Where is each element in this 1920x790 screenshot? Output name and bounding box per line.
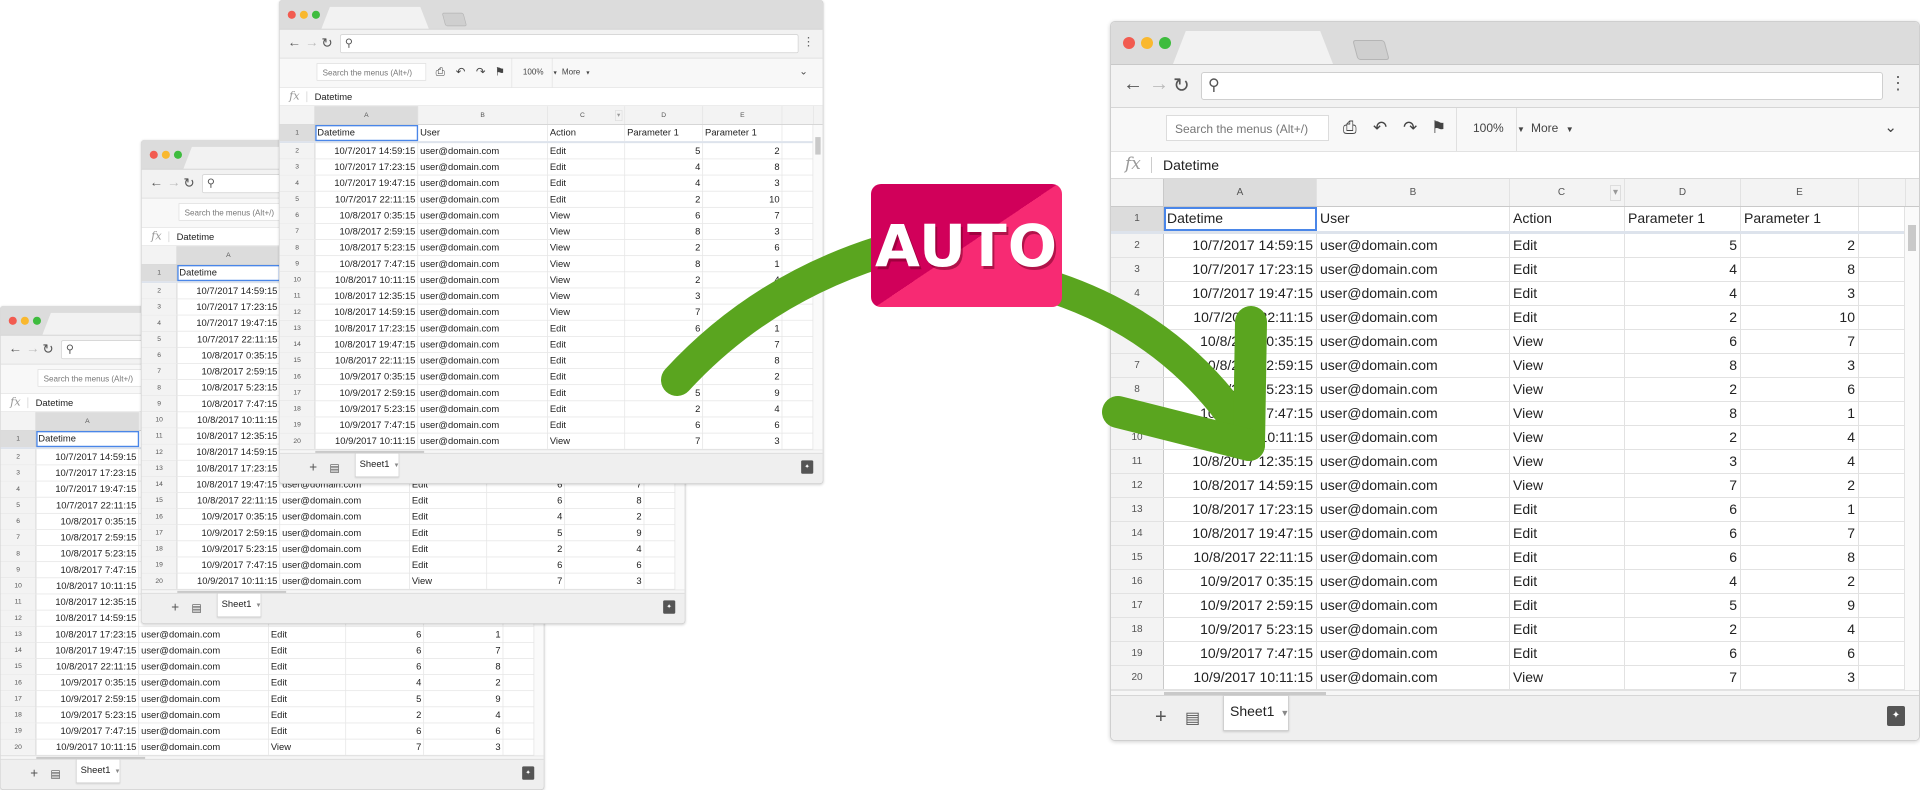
- explore-icon[interactable]: ✦: [522, 766, 535, 780]
- all-sheets-icon[interactable]: ▤: [50, 768, 60, 781]
- auto-badge: AUTO: [871, 184, 1062, 307]
- sheet-bar: + ▤ Sheet1 ▼ ✦: [0, 758, 544, 790]
- arrow-tail-curve: [661, 236, 896, 396]
- arrow-graphic: [661, 236, 1267, 461]
- sheet-tab-label: Sheet1: [80, 764, 111, 776]
- arrow-head-prong-vertical: [1233, 306, 1267, 461]
- dropdown-caret-icon: ▼: [114, 767, 121, 775]
- auto-badge-label: AUTO: [874, 212, 1059, 280]
- add-sheet-icon[interactable]: +: [30, 766, 38, 781]
